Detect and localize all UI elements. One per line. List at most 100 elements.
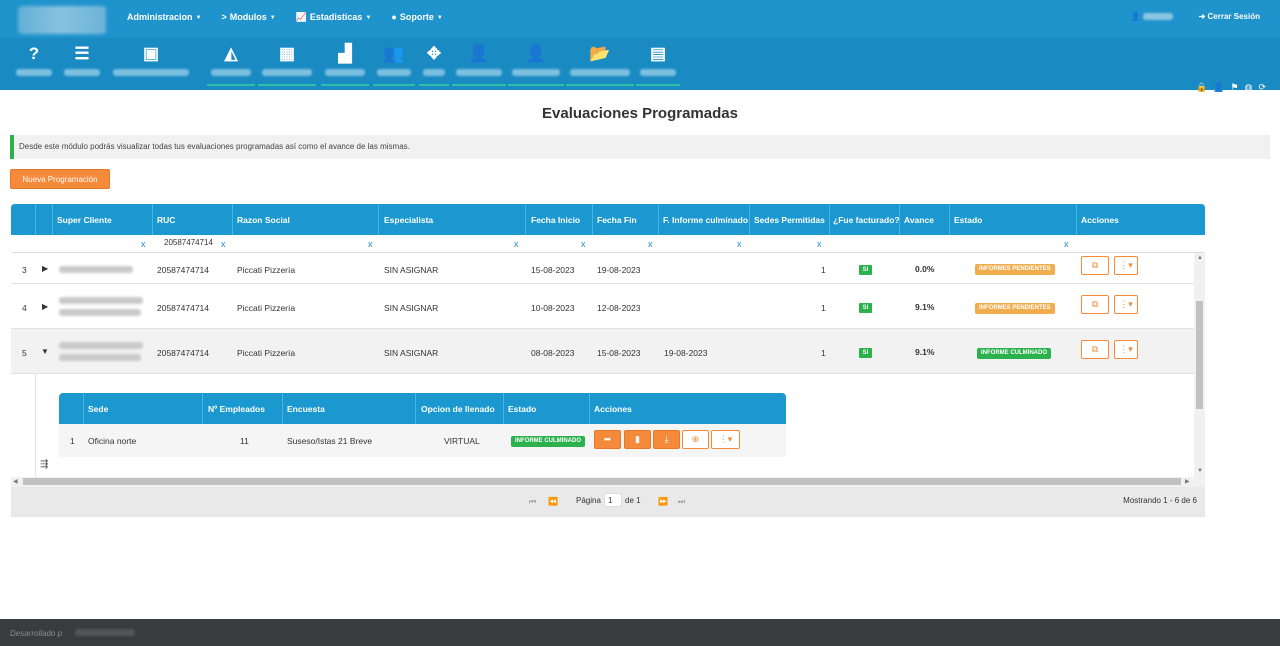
open-link-button[interactable]: ⧉: [1081, 295, 1109, 314]
subgrid-row[interactable]: 1 Oficina norte 11 Suseso/Istas 21 Breve…: [59, 424, 786, 457]
clear-filter-informe[interactable]: x: [737, 239, 742, 249]
module-resultados[interactable]: ◭: [207, 44, 255, 86]
module-preguntas[interactable]: ?: [16, 44, 52, 84]
refresh-icon[interactable]: ⟳: [1258, 82, 1266, 93]
clear-filter-super-cliente[interactable]: x: [141, 239, 146, 249]
table-row-expanded[interactable]: 5 ▼ 20587474714 Piccati Pizzería SIN ASI…: [11, 329, 1194, 374]
user-menu[interactable]: 👤: [1131, 12, 1173, 21]
col-ruc[interactable]: RUC: [157, 215, 175, 225]
table-row[interactable]: 4 ▶ 20587474714 Piccati Pizzería SIN ASI…: [11, 284, 1194, 329]
download-icon: ⤓: [664, 434, 669, 444]
clear-filter-fecha-fin[interactable]: x: [648, 239, 653, 249]
module-manuales[interactable]: ▤: [636, 44, 680, 86]
company-logo[interactable]: [18, 6, 106, 34]
indent-icon[interactable]: ⇶: [40, 459, 48, 470]
menu-estadisticas[interactable]: 📈 Estadisticas ▼: [296, 12, 372, 23]
col-avance[interactable]: Avance: [904, 215, 934, 225]
grid-body: 3 ▶ 20587474714 Piccati Pizzería SIN ASI…: [11, 253, 1205, 477]
clear-filter-ruc[interactable]: x: [221, 239, 226, 249]
facturado-badge: SI: [859, 265, 872, 275]
module-equipos[interactable]: 👥: [373, 44, 415, 86]
copy-button[interactable]: ▮: [624, 430, 651, 449]
menu-administracion[interactable]: Administracion ▼: [127, 12, 201, 23]
menu-soporte[interactable]: ● Soporte ▼: [391, 12, 442, 23]
clear-filter-estado[interactable]: x: [1064, 239, 1069, 249]
more-actions-dropdown[interactable]: ⋮▾: [1114, 256, 1138, 275]
user-icon[interactable]: 👤: [1213, 82, 1224, 93]
more-actions-dropdown[interactable]: ⋮▾: [1114, 340, 1138, 359]
vertical-scroll-thumb[interactable]: [1196, 301, 1203, 409]
next-page-icon[interactable]: ⏩: [658, 497, 668, 506]
module-documentos[interactable]: 📂: [566, 44, 634, 86]
sub-col-estado[interactable]: Estado: [508, 404, 536, 414]
scroll-down-arrow[interactable]: ▼: [1197, 468, 1203, 474]
menu-modulos[interactable]: > Modulos ▼: [221, 12, 275, 23]
clear-filter-fecha-inicio[interactable]: x: [581, 239, 586, 249]
user-area: 👤 ➜ Cerrar Sesión: [1131, 12, 1260, 21]
subgrid-header: Sede Nº Empleados Encuesta Opcion de lle…: [59, 393, 786, 424]
col-super-cliente[interactable]: Super Cliente: [57, 215, 112, 225]
clear-filter-razon-social[interactable]: x: [368, 239, 373, 249]
clear-filter-especialista[interactable]: x: [514, 239, 519, 249]
sub-col-empleados[interactable]: Nº Empleados: [208, 404, 265, 414]
col-sedes-permitidas[interactable]: Sedes Permitidas: [754, 215, 825, 225]
last-page-icon[interactable]: ⏭: [678, 497, 685, 507]
col-fecha-fin[interactable]: Fecha Fin: [597, 215, 637, 225]
module-programacion[interactable]: ▦: [258, 44, 316, 86]
facturado-badge: SI: [859, 348, 872, 358]
lock-icon[interactable]: 🔒: [1196, 82, 1207, 93]
col-razon-social[interactable]: Razon Social: [237, 215, 290, 225]
col-fecha-inicio[interactable]: Fecha Inicio: [531, 215, 580, 225]
sub-col-encuesta[interactable]: Encuesta: [287, 404, 325, 414]
download-circle-button[interactable]: ⊕: [682, 430, 709, 449]
caret-down-icon: ▼: [269, 14, 276, 21]
row-number: 5: [22, 348, 27, 358]
clear-filter-sedes[interactable]: x: [817, 239, 822, 249]
download-button[interactable]: ⤓: [653, 430, 680, 449]
ruc-filter-input[interactable]: 20587474714: [164, 238, 213, 247]
logout-button[interactable]: ➜ Cerrar Sesión: [1199, 12, 1260, 21]
empleados-cell: 11: [240, 436, 249, 446]
table-row[interactable]: 3 ▶ 20587474714 Piccati Pizzería SIN ASI…: [11, 253, 1194, 284]
module-trabajadores[interactable]: 👤: [452, 44, 506, 86]
horizontal-scrollbar[interactable]: ◀ ▶: [11, 477, 1205, 487]
page-input[interactable]: 1: [604, 493, 622, 507]
prev-page-icon[interactable]: ⏪: [548, 497, 558, 506]
collapse-icon[interactable]: ▼: [41, 347, 49, 356]
col-estado[interactable]: Estado: [954, 215, 982, 225]
scroll-right-arrow[interactable]: ▶: [1185, 478, 1190, 485]
more-actions-dropdown[interactable]: ⋮▾: [1114, 295, 1138, 314]
col-f-informe-culminado[interactable]: F. Informe culminado: [663, 215, 748, 225]
razon-social-cell: Piccati Pizzería: [237, 303, 296, 313]
open-link-button[interactable]: ⧉: [1081, 256, 1109, 275]
scroll-up-arrow[interactable]: ▲: [1197, 255, 1203, 261]
sub-more-actions-dropdown[interactable]: ⋮▾: [711, 430, 740, 449]
expand-icon[interactable]: ▶: [42, 302, 48, 311]
col-especialista[interactable]: Especialista: [384, 215, 433, 225]
info-icon: ●: [391, 12, 397, 22]
horizontal-scroll-thumb[interactable]: [23, 478, 1181, 485]
scroll-left-arrow[interactable]: ◀: [13, 478, 18, 485]
open-link-button[interactable]: ⧉: [1081, 340, 1109, 359]
module-especialistas[interactable]: 👤: [508, 44, 564, 86]
sub-col-sede[interactable]: Sede: [88, 404, 108, 414]
module-puestos[interactable]: ▣: [113, 44, 189, 84]
fecha-inicio-cell: 10-08-2023: [531, 303, 575, 313]
sede-cell: Oficina norte: [88, 436, 137, 446]
col-acciones[interactable]: Acciones: [1081, 215, 1119, 225]
ellipsis-vertical-icon: ⋮▾: [718, 434, 733, 444]
new-schedule-button[interactable]: Nueva Programación: [10, 169, 110, 189]
first-page-icon[interactable]: ⏮: [529, 497, 536, 507]
share-button[interactable]: ➦: [594, 430, 621, 449]
fecha-fin-cell: 19-08-2023: [597, 265, 641, 275]
flag-icon[interactable]: ⚑: [1231, 82, 1239, 93]
module-encuestas[interactable]: ☰: [64, 44, 100, 84]
globe-icon[interactable]: ◍: [1245, 82, 1253, 93]
module-sedes[interactable]: ✥: [419, 44, 449, 86]
vertical-scrollbar[interactable]: ▲ ▼: [1194, 253, 1205, 477]
sub-col-acciones[interactable]: Acciones: [594, 404, 632, 414]
col-fue-facturado[interactable]: ¿Fue facturado?: [833, 215, 900, 225]
module-estadisticas[interactable]: ▟: [321, 44, 369, 86]
sub-col-opcion[interactable]: Opcion de llenado: [421, 404, 495, 414]
expand-icon[interactable]: ▶: [42, 264, 48, 273]
